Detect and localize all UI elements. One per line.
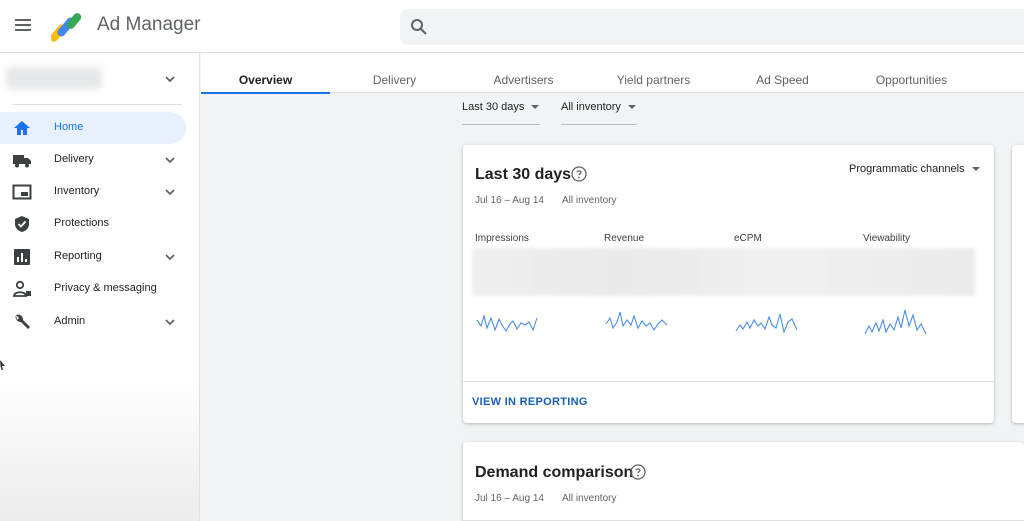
tab-ad-speed[interactable]: Ad Speed bbox=[718, 53, 847, 93]
sidebar-item-delivery[interactable]: Delivery bbox=[0, 144, 186, 176]
sidebar-item-admin[interactable]: Admin bbox=[0, 306, 186, 338]
date-range-dropdown[interactable]: Last 30 days bbox=[462, 101, 540, 125]
sidebar-item-label: Privacy & messaging bbox=[54, 282, 157, 294]
dropdown-arrow-icon bbox=[971, 167, 980, 172]
sidebar: Home Delivery Inventory Protections Repo… bbox=[0, 53, 200, 521]
help-icon[interactable] bbox=[630, 464, 646, 480]
wrench-icon bbox=[15, 314, 30, 329]
date-range-value: Last 30 days bbox=[462, 101, 525, 113]
card-title: Demand comparison bbox=[475, 464, 634, 481]
sidebar-item-protections[interactable]: Protections bbox=[0, 208, 186, 240]
viewability-sparkline bbox=[864, 309, 927, 335]
inventory-value: All inventory bbox=[561, 101, 621, 113]
metric-label-impressions: Impressions bbox=[475, 233, 529, 244]
inventory-icon bbox=[12, 184, 32, 200]
demand-comparison-card: Demand comparison Jul 16 – Aug 14 All in… bbox=[463, 442, 1024, 521]
inventory-text: All inventory bbox=[562, 493, 617, 504]
sidebar-item-label: Home bbox=[54, 121, 84, 133]
sidebar-item-label: Protections bbox=[54, 217, 110, 229]
truck-icon bbox=[13, 155, 31, 168]
sidebar-item-label: Reporting bbox=[54, 250, 102, 262]
ad-manager-logo bbox=[51, 13, 82, 42]
chevron-down-icon[interactable] bbox=[164, 316, 176, 328]
card-divider bbox=[463, 381, 994, 382]
network-selector[interactable] bbox=[0, 61, 200, 97]
search-input[interactable] bbox=[400, 9, 1024, 45]
card-title: Last 30 days bbox=[475, 166, 572, 183]
tab-yield-partners[interactable]: Yield partners bbox=[589, 53, 718, 93]
sidebar-item-privacy-messaging[interactable]: Privacy & messaging bbox=[0, 273, 186, 305]
dropdown-arrow-icon bbox=[531, 105, 540, 110]
sidebar-item-label: Inventory bbox=[54, 185, 100, 197]
bar-chart-icon bbox=[14, 249, 30, 265]
next-card-partial bbox=[1012, 145, 1024, 423]
search-icon[interactable] bbox=[410, 18, 428, 36]
tab-overview[interactable]: Overview bbox=[201, 53, 330, 94]
dropdown-arrow-icon bbox=[627, 105, 636, 110]
network-name-redacted bbox=[6, 67, 102, 89]
date-range-text: Jul 16 – Aug 14 bbox=[475, 493, 544, 504]
tab-bar: Overview Delivery Advertisers Yield part… bbox=[201, 53, 1024, 94]
metric-label-ecpm: eCPM bbox=[734, 233, 762, 244]
home-icon bbox=[14, 121, 30, 135]
chevron-down-icon[interactable] bbox=[164, 251, 176, 263]
shield-icon bbox=[15, 216, 29, 232]
tab-advertisers[interactable]: Advertisers bbox=[459, 53, 588, 93]
inventory-dropdown[interactable]: All inventory bbox=[561, 101, 637, 125]
metric-label-revenue: Revenue bbox=[604, 233, 645, 244]
revenue-sparkline bbox=[605, 311, 668, 332]
date-range-text: Jul 16 – Aug 14 bbox=[475, 195, 544, 206]
chevron-down-icon[interactable] bbox=[164, 186, 176, 198]
mouse-cursor-icon bbox=[0, 360, 5, 370]
metric-label-viewability: Viewability bbox=[863, 233, 911, 244]
help-icon[interactable] bbox=[571, 166, 587, 182]
person-privacy-icon bbox=[13, 280, 31, 297]
sidebar-item-reporting[interactable]: Reporting bbox=[0, 241, 186, 273]
last-30-days-card: Last 30 days Jul 16 – Aug 14 All invento… bbox=[463, 145, 994, 423]
sidebar-item-home[interactable]: Home bbox=[0, 112, 186, 144]
app-title: Ad Manager bbox=[97, 14, 201, 35]
metric-values-redacted bbox=[472, 248, 975, 296]
inventory-text: All inventory bbox=[562, 195, 617, 206]
chevron-down-icon[interactable] bbox=[164, 73, 176, 85]
sidebar-item-label: Admin bbox=[54, 315, 86, 327]
impressions-sparkline bbox=[476, 313, 538, 333]
sidebar-item-inventory[interactable]: Inventory bbox=[0, 176, 186, 208]
programmatic-channels-dropdown[interactable]: Programmatic channels bbox=[849, 163, 980, 175]
hamburger-menu-icon[interactable] bbox=[12, 14, 34, 36]
ecpm-sparkline bbox=[735, 313, 798, 334]
sidebar-item-label: Delivery bbox=[54, 153, 94, 165]
view-in-reporting-link[interactable]: VIEW IN REPORTING bbox=[472, 396, 588, 408]
tab-opportunities[interactable]: Opportunities bbox=[847, 53, 976, 93]
sidebar-divider bbox=[12, 104, 182, 105]
chevron-down-icon[interactable] bbox=[164, 154, 176, 166]
channels-value: Programmatic channels bbox=[849, 163, 965, 175]
top-app-bar: Ad Manager bbox=[0, 0, 1024, 53]
tab-delivery[interactable]: Delivery bbox=[330, 53, 459, 93]
